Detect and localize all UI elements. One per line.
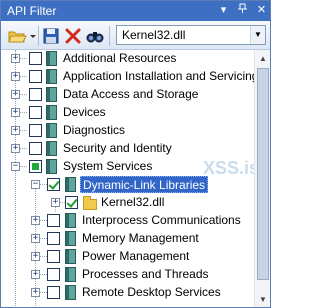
pin-icon[interactable] — [235, 3, 250, 18]
checkbox[interactable] — [47, 268, 60, 281]
book-icon — [46, 105, 57, 120]
book-icon — [46, 123, 57, 138]
tree-item-security[interactable]: + Security and Identity — [1, 140, 254, 158]
chevron-down-icon[interactable]: ▼ — [250, 26, 265, 44]
expand-icon[interactable]: + — [11, 72, 20, 81]
expand-icon[interactable]: + — [11, 144, 20, 153]
toolbar: Kernel32.dll ▼ — [1, 21, 270, 50]
checkbox[interactable] — [47, 286, 60, 299]
book-icon — [65, 285, 76, 300]
close-icon[interactable]: ✕ — [254, 3, 269, 18]
tree-item-label: Processes and Threads — [82, 267, 209, 281]
tree-item-additional-resources[interactable]: + Additional Resources — [1, 50, 254, 68]
tree-item-label: Devices — [63, 105, 106, 119]
checkbox[interactable] — [47, 178, 60, 191]
tree-item-devices[interactable]: + Devices — [1, 104, 254, 122]
folder-icon — [83, 196, 97, 210]
book-icon — [46, 159, 57, 174]
tree-item-label: Kernel32.dll — [101, 195, 165, 209]
expand-icon[interactable]: + — [31, 234, 40, 243]
module-combobox-value: Kernel32.dll — [122, 28, 186, 42]
expand-icon[interactable]: + — [31, 252, 40, 261]
tree-item-label: Security and Identity — [63, 141, 172, 155]
window-title: API Filter — [7, 4, 57, 18]
tree-item-label: Interprocess Communications — [82, 213, 241, 227]
book-icon — [46, 51, 57, 66]
title-bar: API Filter ▾ ✕ — [1, 1, 270, 21]
dropdown-arrow-icon[interactable]: ▾ — [216, 3, 231, 18]
watermark: XSS.is — [203, 158, 254, 178]
book-icon — [65, 177, 76, 192]
book-icon — [65, 249, 76, 264]
toolbar-separator — [109, 26, 110, 46]
tree-item-data-access[interactable]: + Data Access and Storage — [1, 86, 254, 104]
expand-icon[interactable]: + — [11, 126, 20, 135]
checkbox[interactable] — [47, 214, 60, 227]
toolbar-separator — [38, 26, 39, 46]
module-combobox[interactable]: Kernel32.dll ▼ — [116, 25, 266, 45]
book-icon — [65, 213, 76, 228]
tree-item-label: Memory Management — [82, 231, 199, 245]
book-icon — [46, 87, 57, 102]
vertical-scrollbar[interactable]: ▲ ▼ — [254, 50, 270, 307]
delete-icon[interactable] — [63, 26, 83, 46]
tree-item-label: Additional Resources — [63, 51, 177, 65]
tree-item-memory-management[interactable]: + Memory Management — [1, 230, 254, 248]
scroll-down-icon[interactable]: ▼ — [256, 292, 270, 307]
tree-item-power-management[interactable]: + Power Management — [1, 248, 254, 266]
expand-icon[interactable]: + — [31, 288, 40, 297]
tree-item-label: System Services — [63, 159, 153, 173]
checkbox[interactable] — [29, 88, 42, 101]
tree-item-label: Remote Desktop Services — [82, 285, 221, 299]
tree-item-kernel32[interactable]: + Kernel32.dll — [1, 194, 254, 212]
scrollbar-thumb[interactable] — [257, 68, 269, 280]
tree-item-interprocess[interactable]: + Interprocess Communications — [1, 212, 254, 230]
book-icon — [46, 69, 57, 84]
tree-item-diagnostics[interactable]: + Diagnostics — [1, 122, 254, 140]
checkbox[interactable] — [65, 196, 78, 209]
tree-item-processes-threads[interactable]: + Processes and Threads — [1, 266, 254, 284]
tree-item-remote-desktop[interactable]: + Remote Desktop Services — [1, 284, 254, 302]
collapse-icon[interactable]: − — [31, 180, 40, 189]
checkbox[interactable] — [29, 142, 42, 155]
book-icon — [65, 267, 76, 282]
open-folder-icon[interactable] — [7, 26, 27, 46]
expand-icon[interactable]: + — [11, 90, 20, 99]
expand-icon[interactable]: + — [11, 54, 20, 63]
checkbox[interactable] — [29, 160, 42, 173]
checkbox[interactable] — [47, 250, 60, 263]
tree-item-label: Power Management — [82, 249, 190, 263]
book-icon — [65, 231, 76, 246]
expand-icon[interactable]: + — [31, 270, 40, 279]
expand-icon[interactable]: + — [51, 198, 60, 207]
expand-icon[interactable]: + — [11, 108, 20, 117]
tree-item-label: Dynamic-Link Libraries — [80, 176, 209, 193]
checkbox[interactable] — [29, 124, 42, 137]
checkbox[interactable] — [47, 232, 60, 245]
tree-item-label: Application Installation and Servicing — [63, 69, 254, 83]
api-tree: + Additional Resources + Application Ins… — [1, 50, 254, 307]
checkbox[interactable] — [29, 70, 42, 83]
find-icon[interactable] — [85, 26, 105, 46]
tree-item-label: Data Access and Storage — [63, 87, 199, 101]
collapse-icon[interactable]: − — [11, 162, 20, 171]
tree-item-application-installation[interactable]: + Application Installation and Servicing — [1, 68, 254, 86]
book-icon — [46, 141, 57, 156]
scroll-up-icon[interactable]: ▲ — [256, 51, 270, 66]
checkbox[interactable] — [29, 106, 42, 119]
save-icon[interactable] — [41, 26, 61, 46]
checkbox[interactable] — [29, 52, 42, 65]
open-dropdown-icon[interactable] — [29, 26, 37, 46]
api-filter-panel: API Filter ▾ ✕ Kernel32.dll ▼ + Addition… — [0, 0, 271, 308]
expand-icon[interactable]: + — [31, 216, 40, 225]
tree-item-label: Diagnostics — [63, 123, 126, 137]
